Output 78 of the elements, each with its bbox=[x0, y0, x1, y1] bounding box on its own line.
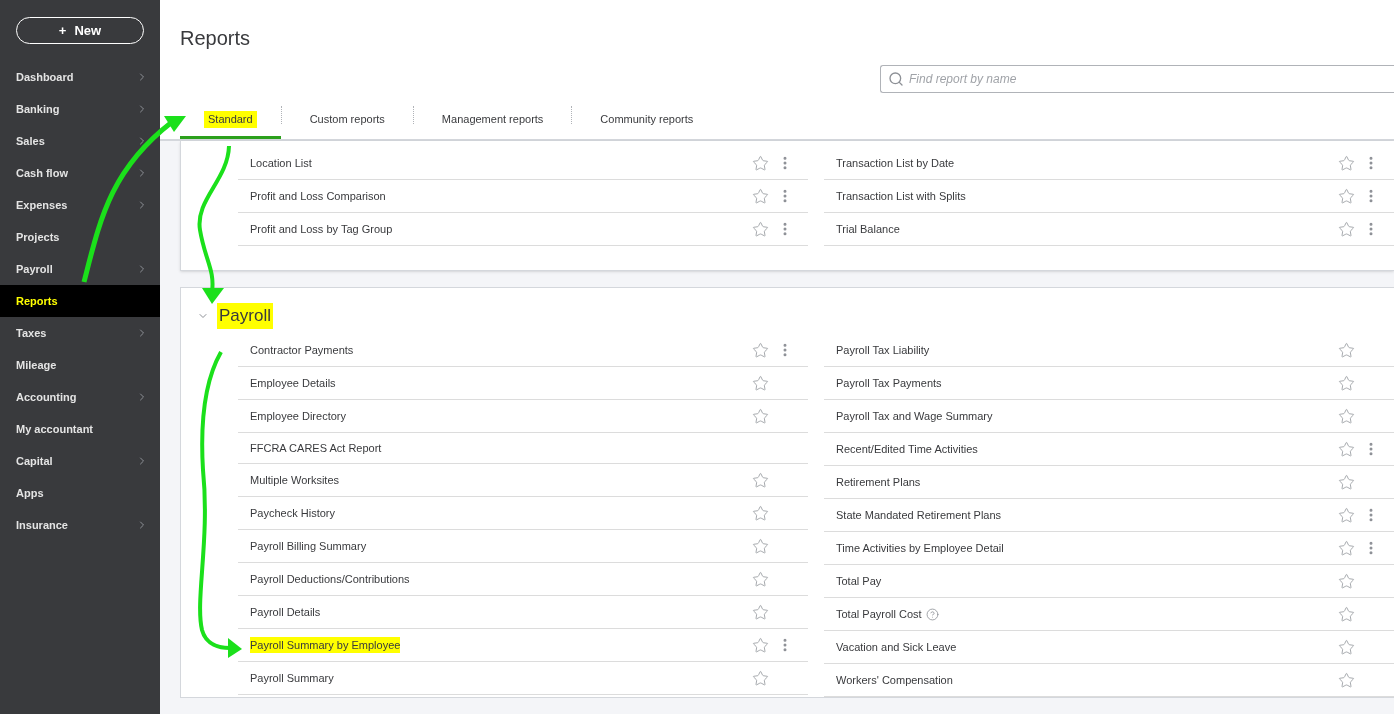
report-link[interactable]: Payroll Summary by Employee bbox=[250, 636, 401, 654]
report-link[interactable]: Workers' Compensation bbox=[836, 671, 953, 689]
report-link[interactable]: Transaction List with Splits bbox=[836, 187, 966, 205]
star-icon[interactable] bbox=[1337, 671, 1355, 689]
sidebar-item[interactable]: Expenses bbox=[0, 189, 160, 221]
star-icon[interactable] bbox=[751, 669, 769, 687]
report-link[interactable]: Vacation and Sick Leave bbox=[836, 638, 957, 656]
report-link[interactable]: Payroll Tax Liability bbox=[836, 341, 930, 359]
sidebar-item[interactable]: Payroll bbox=[0, 253, 160, 285]
star-icon[interactable] bbox=[751, 570, 769, 588]
star-icon[interactable] bbox=[751, 636, 769, 654]
search-icon bbox=[888, 71, 904, 87]
page-title: Reports bbox=[179, 26, 252, 50]
star-icon[interactable] bbox=[751, 220, 769, 238]
sidebar-item[interactable]: Reports bbox=[0, 285, 160, 317]
report-tab[interactable]: Community reports bbox=[572, 103, 722, 139]
report-link[interactable]: Recent/Edited Time Activities bbox=[836, 440, 978, 458]
report-link[interactable]: Total Pay bbox=[836, 572, 882, 590]
report-link[interactable]: Time Activities by Employee Detail bbox=[836, 539, 1004, 557]
star-icon[interactable] bbox=[1337, 473, 1355, 491]
report-link[interactable]: Location List bbox=[250, 154, 312, 172]
star-icon[interactable] bbox=[1337, 154, 1355, 172]
sidebar-item[interactable]: Cash flow bbox=[0, 157, 160, 189]
report-link[interactable]: Employee Details bbox=[250, 374, 336, 392]
star-icon[interactable] bbox=[751, 537, 769, 555]
sidebar-item[interactable]: My accountant bbox=[0, 413, 160, 445]
report-link[interactable]: Payroll Tax Payments bbox=[836, 374, 942, 392]
star-icon[interactable] bbox=[1337, 572, 1355, 590]
star-icon[interactable] bbox=[1337, 407, 1355, 425]
report-link[interactable]: Payroll Deductions/Contributions bbox=[250, 570, 410, 588]
report-link[interactable]: Trial Balance bbox=[836, 220, 900, 238]
report-tab[interactable]: Management reports bbox=[413, 103, 572, 139]
section-title: Payroll bbox=[217, 303, 273, 329]
star-icon[interactable] bbox=[751, 407, 769, 425]
star-icon[interactable] bbox=[1337, 506, 1355, 524]
report-link[interactable]: Retirement Plans bbox=[836, 473, 921, 491]
star-icon[interactable] bbox=[751, 471, 769, 489]
star-icon[interactable] bbox=[751, 341, 769, 359]
report-link[interactable]: Contractor Payments bbox=[250, 341, 354, 359]
sidebar-item[interactable]: Banking bbox=[0, 93, 160, 125]
sidebar-item[interactable]: Mileage bbox=[0, 349, 160, 381]
report-link[interactable]: Payroll Billing Summary bbox=[250, 537, 367, 555]
help-icon[interactable] bbox=[925, 607, 939, 621]
sidebar-item[interactable]: Accounting bbox=[0, 381, 160, 413]
star-icon[interactable] bbox=[1337, 440, 1355, 458]
sidebar-item[interactable]: Capital bbox=[0, 445, 160, 477]
report-link[interactable]: Total Payroll Cost bbox=[836, 605, 922, 623]
star-icon[interactable] bbox=[1337, 605, 1355, 623]
star-icon[interactable] bbox=[1337, 187, 1355, 205]
star-icon[interactable] bbox=[751, 154, 769, 172]
report-link[interactable]: State Mandated Retirement Plans bbox=[836, 506, 1002, 524]
report-link[interactable]: FFCRA CARES Act Report bbox=[250, 439, 382, 457]
report-tab[interactable]: Custom reports bbox=[281, 103, 413, 139]
report-link[interactable]: Payroll Summary bbox=[250, 669, 334, 687]
star-icon[interactable] bbox=[751, 603, 769, 621]
star-icon[interactable] bbox=[1337, 539, 1355, 557]
sidebar-item[interactable]: Apps bbox=[0, 477, 160, 509]
report-link[interactable]: Profit and Loss by Tag Group bbox=[250, 220, 393, 238]
sidebar-item[interactable]: Dashboard bbox=[0, 61, 160, 93]
report-link[interactable]: Employee Directory bbox=[250, 407, 346, 425]
star-icon[interactable] bbox=[1337, 341, 1355, 359]
sidebar-item[interactable]: Projects bbox=[0, 221, 160, 253]
report-link[interactable]: Transaction List by Date bbox=[836, 154, 955, 172]
report-link[interactable]: Profit and Loss Comparison bbox=[250, 187, 386, 205]
report-link[interactable]: Payroll Details bbox=[250, 603, 321, 621]
sidebar-item[interactable]: Insurance bbox=[0, 509, 160, 541]
sidebar-item[interactable]: Taxes bbox=[0, 317, 160, 349]
star-icon[interactable] bbox=[751, 374, 769, 392]
star-icon[interactable] bbox=[1337, 220, 1355, 238]
sidebar-item[interactable]: Sales bbox=[0, 125, 160, 157]
star-icon[interactable] bbox=[751, 504, 769, 522]
star-icon[interactable] bbox=[1337, 374, 1355, 392]
star-icon[interactable] bbox=[751, 187, 769, 205]
search-field[interactable]: Find report by name bbox=[880, 65, 1394, 93]
report-link[interactable]: Payroll Tax and Wage Summary bbox=[836, 407, 993, 425]
report-link[interactable]: Multiple Worksites bbox=[250, 471, 340, 489]
star-icon[interactable] bbox=[1337, 638, 1355, 656]
report-link[interactable]: Paycheck History bbox=[250, 504, 335, 522]
